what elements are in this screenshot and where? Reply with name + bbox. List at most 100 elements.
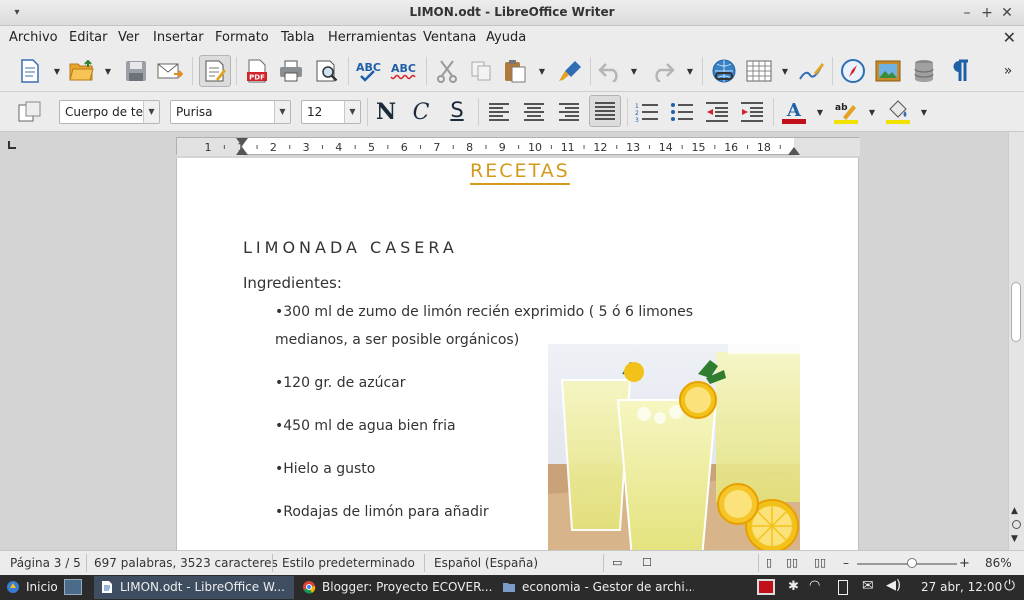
font-size-combo[interactable]: 12 ▼: [301, 100, 361, 124]
mail-icon[interactable]: ✉: [862, 578, 874, 594]
scrollbar-thumb[interactable]: [1011, 282, 1021, 342]
show-desktop-icon[interactable]: [64, 579, 82, 595]
task-libreoffice[interactable]: LIMON.odt - LibreOffice W...: [94, 576, 294, 599]
table-dropdown-icon[interactable]: ▼: [781, 57, 789, 85]
background-dropdown-icon[interactable]: ▼: [920, 98, 928, 126]
menu-formato[interactable]: Formato: [215, 30, 269, 45]
print-preview-icon[interactable]: [313, 57, 341, 85]
highlight-color-icon[interactable]: ab: [832, 98, 860, 126]
zoom-slider[interactable]: [857, 558, 957, 568]
bluetooth-icon[interactable]: ✱: [788, 579, 799, 594]
autospellcheck-icon[interactable]: ABC: [390, 57, 418, 85]
hyperlink-icon[interactable]: [710, 57, 738, 85]
redo-icon[interactable]: [648, 57, 676, 85]
vertical-scrollbar[interactable]: ▲ ▼: [1008, 132, 1024, 550]
scroll-down-icon[interactable]: ▼: [1011, 534, 1018, 544]
language[interactable]: Español (España): [434, 556, 538, 570]
decrease-indent-icon[interactable]: [703, 98, 731, 126]
align-center-icon[interactable]: [520, 98, 548, 126]
formatting-marks-icon[interactable]: [946, 57, 974, 85]
cut-icon[interactable]: [433, 57, 461, 85]
copy-icon[interactable]: [467, 57, 495, 85]
menu-tabla[interactable]: Tabla: [281, 30, 315, 45]
new-document-icon[interactable]: [16, 57, 44, 85]
zoom-in-icon[interactable]: +: [959, 556, 970, 571]
data-sources-icon[interactable]: [910, 57, 938, 85]
menu-ventana[interactable]: Ventana: [423, 30, 476, 45]
bullets-icon[interactable]: [668, 98, 696, 126]
clock[interactable]: 27 abr, 12:00: [921, 580, 1002, 594]
menu-ayuda[interactable]: Ayuda: [486, 30, 526, 45]
chevron-down-icon[interactable]: ▼: [143, 101, 159, 123]
book-view-icon[interactable]: ▯▯: [814, 556, 826, 569]
clone-formatting-icon[interactable]: [556, 57, 584, 85]
spellcheck-icon[interactable]: ABC: [355, 57, 383, 85]
draw-functions-icon[interactable]: [797, 57, 825, 85]
document-page[interactable]: RECETAS LIMONADA CASERA Ingredientes: •3…: [176, 158, 859, 550]
left-indent-marker[interactable]: [236, 138, 248, 146]
align-left-icon[interactable]: [485, 98, 513, 126]
open-dropdown-icon[interactable]: ▼: [104, 57, 112, 85]
battery-icon[interactable]: [838, 580, 848, 595]
menu-ver[interactable]: Ver: [118, 30, 139, 45]
task-file-manager[interactable]: economia - Gestor de archi...: [496, 576, 694, 599]
align-right-icon[interactable]: [555, 98, 583, 126]
italic-button[interactable]: C: [407, 98, 435, 126]
undo-icon[interactable]: [597, 57, 625, 85]
menu-insertar[interactable]: Insertar: [153, 30, 204, 45]
paste-icon[interactable]: [501, 57, 529, 85]
volume-icon[interactable]: ◀): [886, 578, 901, 593]
task-blogger[interactable]: Blogger: Proyecto ECOVER...: [296, 576, 494, 599]
wifi-icon[interactable]: ◠: [809, 578, 820, 593]
paste-dropdown-icon[interactable]: ▼: [538, 57, 546, 85]
minimize-button[interactable]: –: [958, 4, 976, 22]
print-icon[interactable]: [277, 57, 305, 85]
save-icon[interactable]: [122, 57, 150, 85]
zoom-level[interactable]: 86%: [985, 556, 1012, 570]
menu-herramientas[interactable]: Herramientas: [328, 30, 417, 45]
highlight-dropdown-icon[interactable]: ▼: [868, 98, 876, 126]
edit-mode-icon[interactable]: [199, 55, 231, 87]
menu-archivo[interactable]: Archivo: [9, 30, 58, 45]
background-color-icon[interactable]: [884, 98, 912, 126]
right-indent-marker[interactable]: [788, 147, 800, 155]
zoom-slider-knob[interactable]: [906, 558, 917, 568]
gallery-icon[interactable]: [874, 57, 902, 85]
maximize-button[interactable]: +: [978, 4, 996, 22]
new-dropdown-icon[interactable]: ▼: [53, 57, 61, 85]
font-color-dropdown-icon[interactable]: ▼: [816, 98, 824, 126]
email-icon[interactable]: [156, 57, 184, 85]
insert-mode-icon[interactable]: ▭: [612, 556, 622, 569]
styles-icon[interactable]: [16, 98, 44, 126]
export-pdf-icon[interactable]: PDF: [243, 57, 271, 85]
redo-dropdown-icon[interactable]: ▼: [686, 57, 694, 85]
navigator-icon[interactable]: [839, 57, 867, 85]
scroll-up-icon[interactable]: ▲: [1011, 506, 1018, 516]
single-page-view-icon[interactable]: ▯: [766, 556, 772, 569]
recording-icon[interactable]: [757, 579, 775, 595]
numbering-icon[interactable]: 123: [633, 98, 661, 126]
paragraph-style-combo[interactable]: Cuerpo de te: ▼: [59, 100, 160, 124]
insert-table-icon[interactable]: [745, 57, 773, 85]
shadow-button[interactable]: S: [443, 96, 471, 124]
navigation-icon[interactable]: [1012, 520, 1021, 529]
toolbar-overflow-icon[interactable]: »: [998, 57, 1018, 85]
menu-editar[interactable]: Editar: [69, 30, 108, 45]
undo-dropdown-icon[interactable]: ▼: [630, 57, 638, 85]
lemonade-photo[interactable]: [548, 344, 800, 550]
chevron-down-icon[interactable]: ▼: [274, 101, 290, 123]
increase-indent-icon[interactable]: [738, 98, 766, 126]
multi-page-view-icon[interactable]: ▯▯: [786, 556, 798, 569]
close-document-icon[interactable]: ✕: [1003, 28, 1016, 47]
bold-button[interactable]: N: [372, 98, 400, 126]
font-color-icon[interactable]: A: [780, 98, 808, 126]
horizontal-ruler[interactable]: 1 1 2 3 4 5 6 7 8 9 10 11 12 13 14 15 16 18: [176, 137, 860, 156]
window-menu-icon[interactable]: ▾: [8, 4, 26, 22]
power-icon[interactable]: ⏻: [1004, 578, 1015, 594]
open-folder-icon[interactable]: [68, 57, 96, 85]
tab-stop-icon[interactable]: [8, 141, 16, 149]
close-window-button[interactable]: ✕: [998, 4, 1016, 22]
start-button[interactable]: Inicio: [0, 576, 60, 599]
first-line-indent-marker[interactable]: [236, 147, 248, 155]
chevron-down-icon[interactable]: ▼: [344, 101, 360, 123]
